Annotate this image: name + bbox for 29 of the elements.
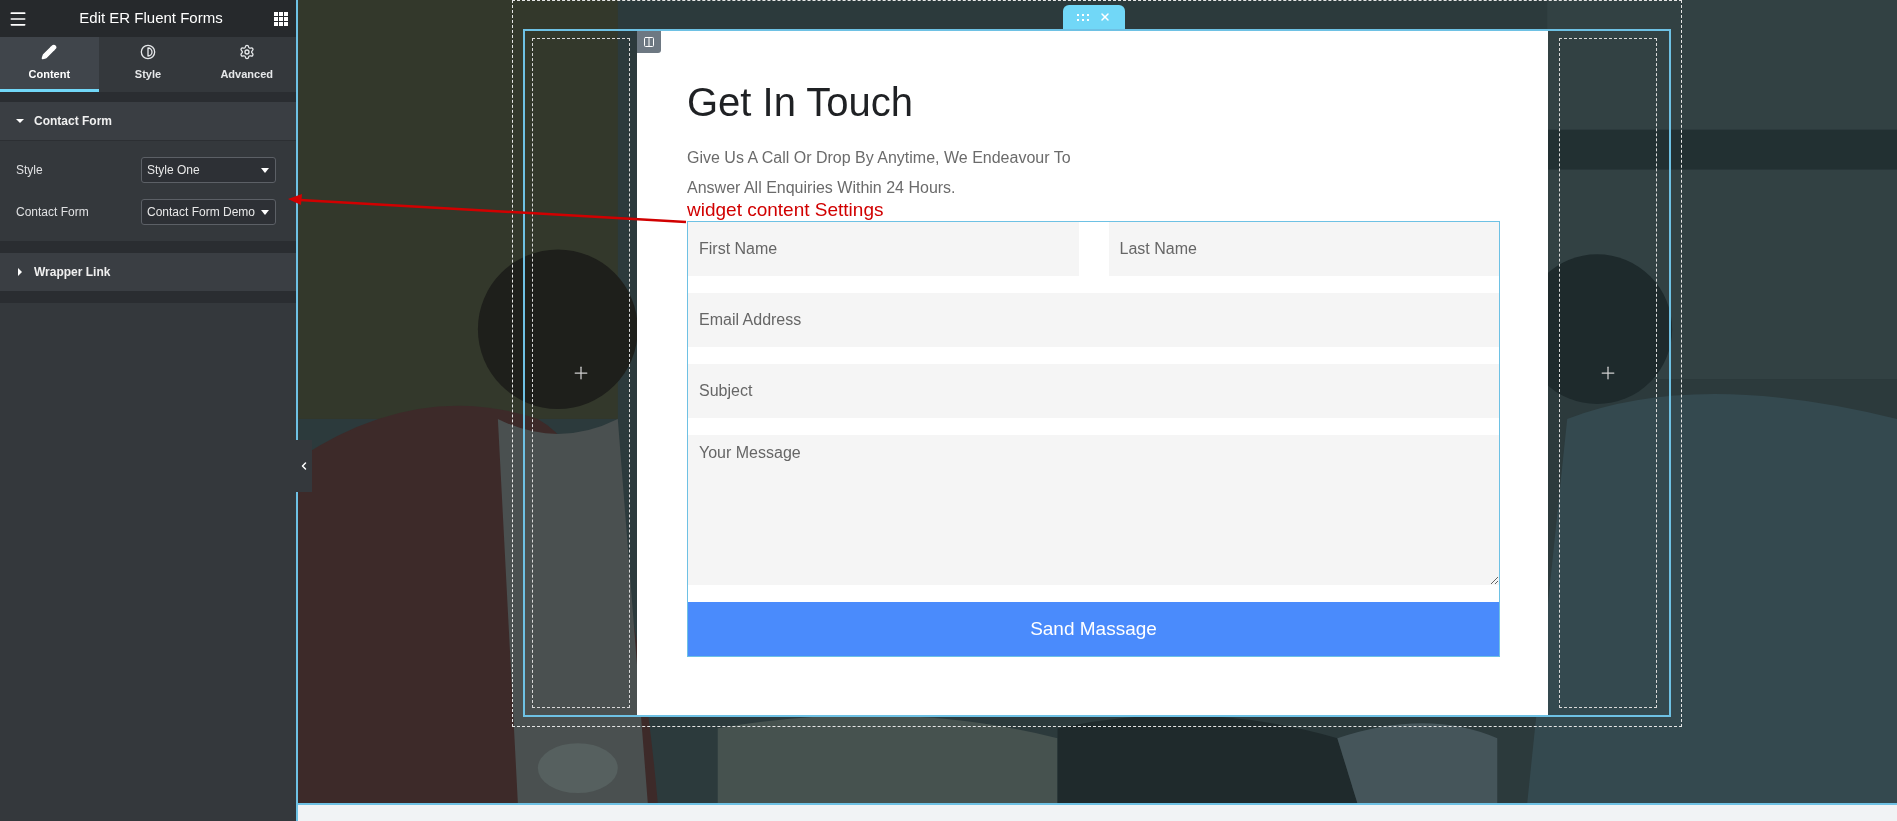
contrast-icon (140, 43, 156, 60)
panel-tab[interactable]: Style (98, 37, 198, 92)
control-label: Style (16, 162, 43, 179)
panel-tab[interactable]: Advanced (197, 37, 296, 92)
pencil-icon (41, 43, 58, 60)
section-header[interactable]: Wrapper Link (0, 253, 296, 291)
select-dropdown[interactable]: Contact Form Demo (141, 199, 276, 225)
panel-tab[interactable]: Content (0, 37, 99, 92)
caret-icon (261, 209, 269, 215)
input-field[interactable]: Last Name (1108, 222, 1499, 276)
heading: Get In Touch (687, 79, 915, 126)
section-header[interactable]: Contact Form (0, 102, 296, 140)
description-line: Give Us A Call Or Drop By Anytime, We Endeavour To (687, 148, 1072, 168)
column-handle-icon[interactable] (637, 31, 661, 53)
annotation-label: widget content Settings (687, 199, 885, 221)
apps-grid-icon[interactable] (274, 11, 288, 26)
description-line: Answer All Enquiries Within 24 Hours. (687, 178, 957, 198)
panel-title: Edit ER Fluent Forms (79, 8, 223, 29)
input-field[interactable]: Email Address (688, 293, 1499, 347)
close-icon (1099, 11, 1111, 23)
select-dropdown[interactable]: Style One (141, 157, 276, 183)
control-label: Contact Form (16, 204, 89, 221)
caret-icon (261, 167, 269, 173)
message-field[interactable]: Your Message (688, 435, 1499, 585)
input-field[interactable]: Subject (688, 364, 1499, 418)
input-field[interactable]: First Name (688, 222, 1079, 276)
drag-icon (1077, 13, 1089, 21)
section-handle[interactable] (1063, 5, 1125, 29)
settings-icon (238, 43, 255, 60)
